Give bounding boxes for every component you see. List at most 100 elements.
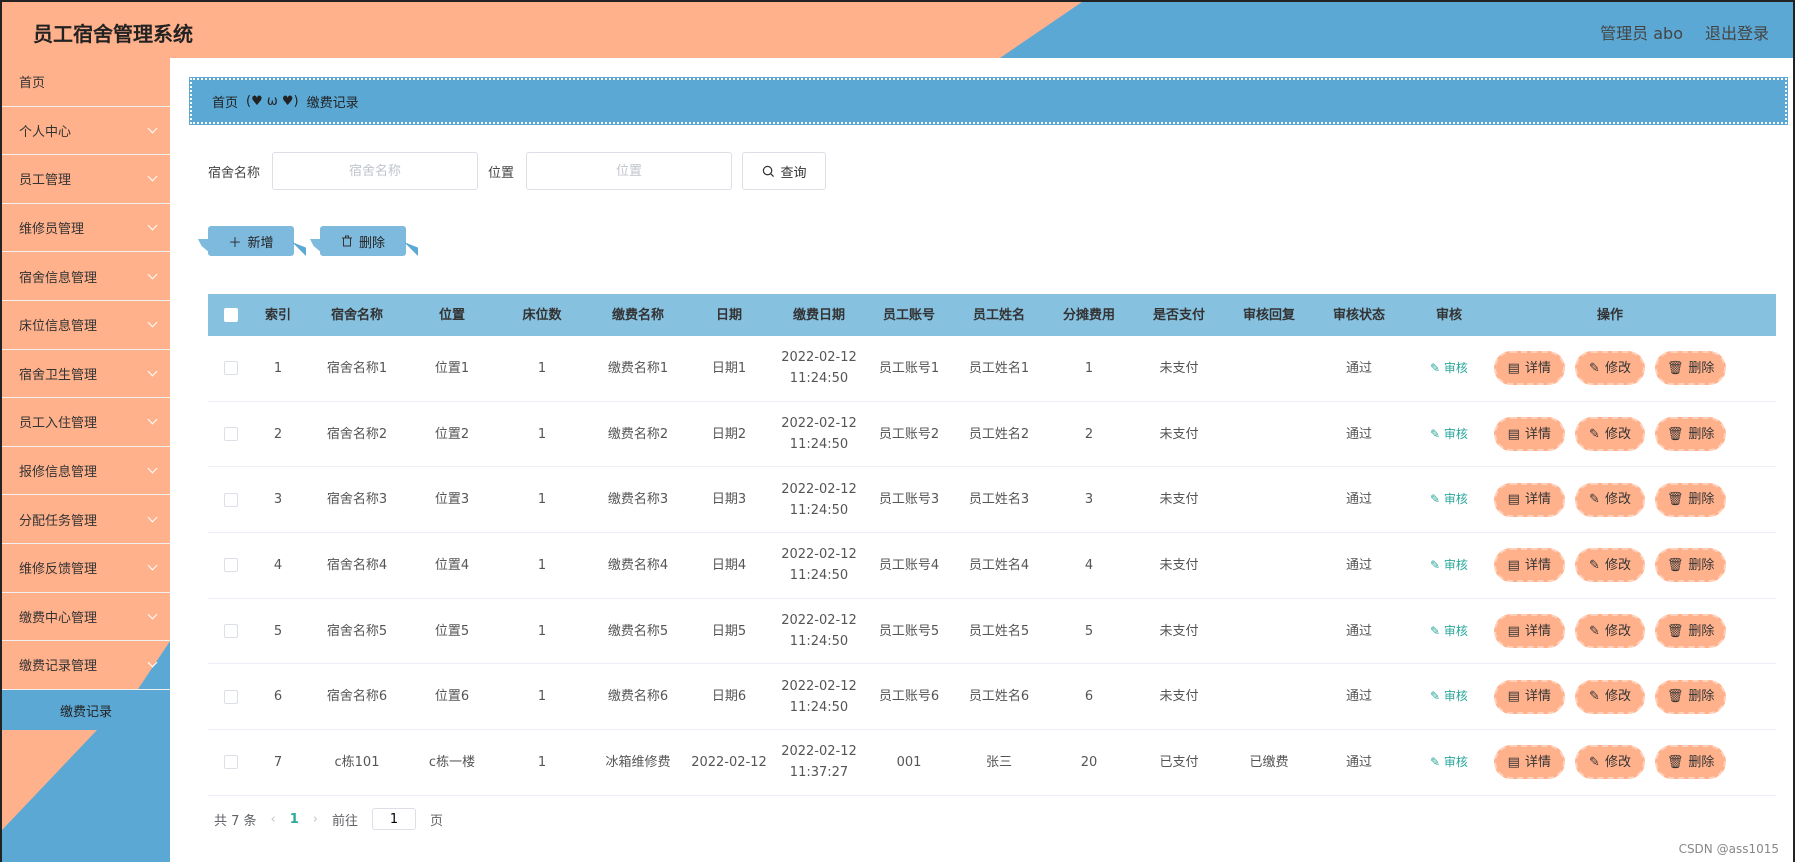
row-checkbox[interactable] bbox=[224, 624, 238, 639]
audit-link[interactable]: ✎ 审核 bbox=[1430, 427, 1468, 441]
cell-acc: 员工账号2 bbox=[878, 426, 940, 442]
audit-link[interactable]: ✎ 审核 bbox=[1430, 689, 1468, 703]
delete-button[interactable]: 🗑 删除 bbox=[1655, 745, 1727, 780]
position-input[interactable] bbox=[526, 152, 733, 190]
delete-label: 删除 bbox=[1688, 557, 1715, 573]
audit-link[interactable]: ✎ 审核 bbox=[1430, 492, 1468, 506]
delete-button[interactable]: 🗑 删除 bbox=[1655, 679, 1727, 714]
edit-button[interactable]: ✎ 修改 bbox=[1574, 614, 1646, 649]
detail-button[interactable]: ▤ 详情 bbox=[1494, 351, 1565, 386]
chevron-down-icon bbox=[147, 463, 158, 474]
cell-operations: ▤ 详情 ✎ 修改 🗑 删除 bbox=[1494, 482, 1727, 517]
delete-button[interactable]: 🗑 删除 bbox=[1655, 548, 1727, 583]
edit-button[interactable]: ✎ 修改 bbox=[1574, 745, 1646, 780]
detail-button[interactable]: ▤ 详情 bbox=[1494, 745, 1565, 780]
trash-icon: 🗑 bbox=[1666, 623, 1684, 639]
column-header: 缴费名称 bbox=[611, 307, 664, 323]
audit-label: 审核 bbox=[1443, 623, 1468, 638]
audit-link[interactable]: ✎ 审核 bbox=[1430, 624, 1468, 638]
cell-fee: 冰箱维修费 bbox=[605, 754, 671, 770]
cell-fee: 缴费名称1 bbox=[607, 360, 669, 376]
cell-paydate: 2022-02-12 11:24:50 bbox=[781, 481, 857, 518]
search-icon bbox=[762, 165, 774, 177]
cell-audit: ✎ 审核 bbox=[1404, 358, 1494, 379]
delete-button[interactable]: 🗑 删除 bbox=[1655, 417, 1727, 452]
column-header: 床位数 bbox=[522, 307, 562, 323]
sidebar-item[interactable]: 缴费中心管理 bbox=[2, 592, 170, 642]
sidebar-item[interactable]: 首页 bbox=[2, 58, 170, 107]
audit-link[interactable]: ✎ 审核 bbox=[1430, 755, 1468, 769]
edit-button[interactable]: ✎ 修改 bbox=[1574, 482, 1646, 517]
cell-paid: 未支付 bbox=[1159, 623, 1199, 639]
trash-icon: 🗑 bbox=[1666, 492, 1684, 508]
sidebar-item[interactable]: 缴费记录管理 bbox=[2, 641, 170, 690]
sidebar-item[interactable]: 维修反馈管理 bbox=[2, 543, 170, 593]
cell-pos: c栋一楼 bbox=[428, 754, 476, 770]
add-button[interactable]: ＋ 新增 bbox=[208, 226, 294, 256]
row-checkbox[interactable] bbox=[224, 558, 238, 573]
edit-label: 修改 bbox=[1604, 492, 1631, 508]
breadcrumb-home[interactable]: 首页 bbox=[212, 92, 238, 111]
audit-label: 审核 bbox=[1443, 426, 1468, 441]
batch-delete-button[interactable]: 删除 bbox=[320, 226, 406, 256]
chevron-down-icon bbox=[147, 512, 158, 523]
cell-pos: 位置2 bbox=[434, 426, 470, 442]
detail-label: 详情 bbox=[1524, 492, 1551, 508]
sidebar-item[interactable]: 宿舍信息管理 bbox=[2, 252, 170, 301]
app-title: 员工宿舍管理系统 bbox=[33, 22, 193, 46]
logout-link[interactable]: 退出登录 bbox=[1705, 20, 1769, 44]
sidebar-item[interactable]: 分配任务管理 bbox=[2, 495, 170, 544]
cell-name: 宿舍名称2 bbox=[326, 426, 388, 442]
delete-button[interactable]: 🗑 删除 bbox=[1655, 351, 1727, 386]
edit-button[interactable]: ✎ 修改 bbox=[1574, 679, 1646, 714]
sidebar-subitem-payment-record[interactable]: 缴费记录 bbox=[2, 689, 170, 732]
query-button[interactable]: 查询 bbox=[742, 152, 827, 190]
chevron-down-icon bbox=[147, 220, 158, 231]
cell-operations: ▤ 详情 ✎ 修改 🗑 删除 bbox=[1494, 745, 1727, 780]
column-header: 宿舍名称 bbox=[330, 307, 383, 323]
sidebar-item[interactable]: 床位信息管理 bbox=[2, 300, 170, 350]
cell-pos: 位置4 bbox=[434, 557, 470, 573]
edit-button[interactable]: ✎ 修改 bbox=[1574, 548, 1646, 583]
column-header: 分摊费用 bbox=[1062, 307, 1115, 323]
cell-share: 5 bbox=[1084, 623, 1094, 639]
audit-link[interactable]: ✎ 审核 bbox=[1430, 558, 1468, 572]
sidebar-item[interactable]: 员工入住管理 bbox=[2, 398, 170, 447]
sidebar-item[interactable]: 个人中心 bbox=[2, 106, 170, 156]
detail-button[interactable]: ▤ 详情 bbox=[1494, 482, 1565, 517]
delete-button[interactable]: 🗑 删除 bbox=[1655, 482, 1727, 517]
detail-button[interactable]: ▤ 详情 bbox=[1494, 679, 1565, 714]
detail-button[interactable]: ▤ 详情 bbox=[1494, 548, 1565, 583]
next-page-icon[interactable]: › bbox=[313, 812, 318, 827]
cell-audit: ✎ 审核 bbox=[1404, 555, 1494, 576]
goto-page-input[interactable] bbox=[372, 808, 417, 830]
audit-link[interactable]: ✎ 审核 bbox=[1430, 361, 1468, 375]
cell-share: 20 bbox=[1080, 754, 1098, 770]
sidebar-item[interactable]: 宿舍卫生管理 bbox=[2, 349, 170, 399]
edit-button[interactable]: ✎ 修改 bbox=[1574, 417, 1646, 452]
pencil-icon: ✎ bbox=[1589, 492, 1600, 508]
sidebar-item[interactable]: 报修信息管理 bbox=[2, 446, 170, 496]
row-checkbox[interactable] bbox=[224, 689, 238, 704]
row-checkbox[interactable] bbox=[224, 361, 238, 376]
row-checkbox[interactable] bbox=[224, 427, 238, 442]
select-all-checkbox[interactable] bbox=[224, 308, 238, 322]
page-number[interactable]: 1 bbox=[290, 812, 299, 827]
dorm-name-input[interactable] bbox=[272, 152, 479, 190]
delete-button[interactable]: 🗑 删除 bbox=[1655, 614, 1727, 649]
cell-acc: 员工账号1 bbox=[878, 360, 940, 376]
trash-icon: 🗑 bbox=[1666, 689, 1684, 705]
admin-user-label[interactable]: 管理员 abo bbox=[1600, 20, 1683, 44]
detail-button[interactable]: ▤ 详情 bbox=[1494, 614, 1565, 649]
cell-audit: ✎ 审核 bbox=[1404, 621, 1494, 642]
row-checkbox[interactable] bbox=[224, 492, 238, 507]
edit-button[interactable]: ✎ 修改 bbox=[1574, 351, 1646, 386]
prev-page-icon[interactable]: ‹ bbox=[271, 812, 276, 827]
sidebar-item[interactable]: 维修员管理 bbox=[2, 203, 170, 253]
cell-fee: 缴费名称5 bbox=[607, 623, 669, 639]
detail-button[interactable]: ▤ 详情 bbox=[1494, 417, 1565, 452]
sidebar-item[interactable]: 员工管理 bbox=[2, 155, 170, 204]
row-checkbox[interactable] bbox=[224, 755, 238, 770]
column-header: 日期 bbox=[715, 307, 742, 323]
edit-label: 修改 bbox=[1604, 754, 1631, 770]
